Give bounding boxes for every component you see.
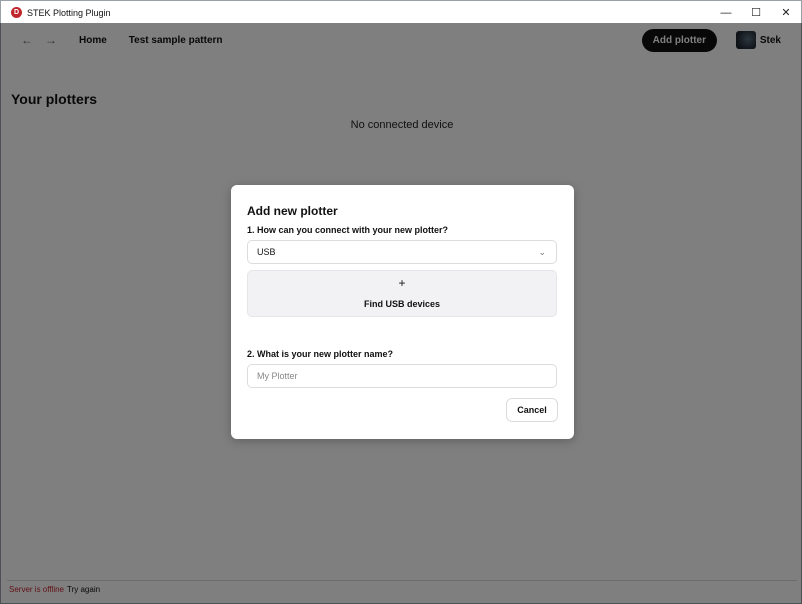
title-bar: D STEK Plotting Plugin — ☐ ✕ (1, 1, 801, 24)
connection-type-value: USB (257, 247, 276, 257)
connection-question-label: 1. How can you connect with your new plo… (247, 225, 449, 235)
cancel-button[interactable]: Cancel (506, 398, 558, 422)
find-usb-devices-label: Find USB devices (363, 299, 441, 309)
maximize-button[interactable]: ☐ (741, 1, 771, 24)
dialog-title: Add new plotter (247, 204, 338, 218)
connection-type-select[interactable]: USB ⌄ (247, 240, 557, 264)
plotter-name-input[interactable] (247, 364, 557, 388)
minimize-button[interactable]: — (711, 1, 741, 24)
chevron-down-icon: ⌄ (538, 247, 546, 257)
close-button[interactable]: ✕ (771, 1, 801, 24)
add-plotter-dialog: Add new plotter 1. How can you connect w… (231, 185, 574, 439)
window-title: STEK Plotting Plugin (27, 7, 111, 18)
plotter-name-question-label: 2. What is your new plotter name? (247, 349, 394, 359)
plus-icon: + (398, 276, 406, 290)
app-logo-icon: D (11, 7, 22, 18)
find-usb-devices-button[interactable]: + Find USB devices (247, 270, 557, 317)
window-controls: — ☐ ✕ (711, 1, 801, 24)
